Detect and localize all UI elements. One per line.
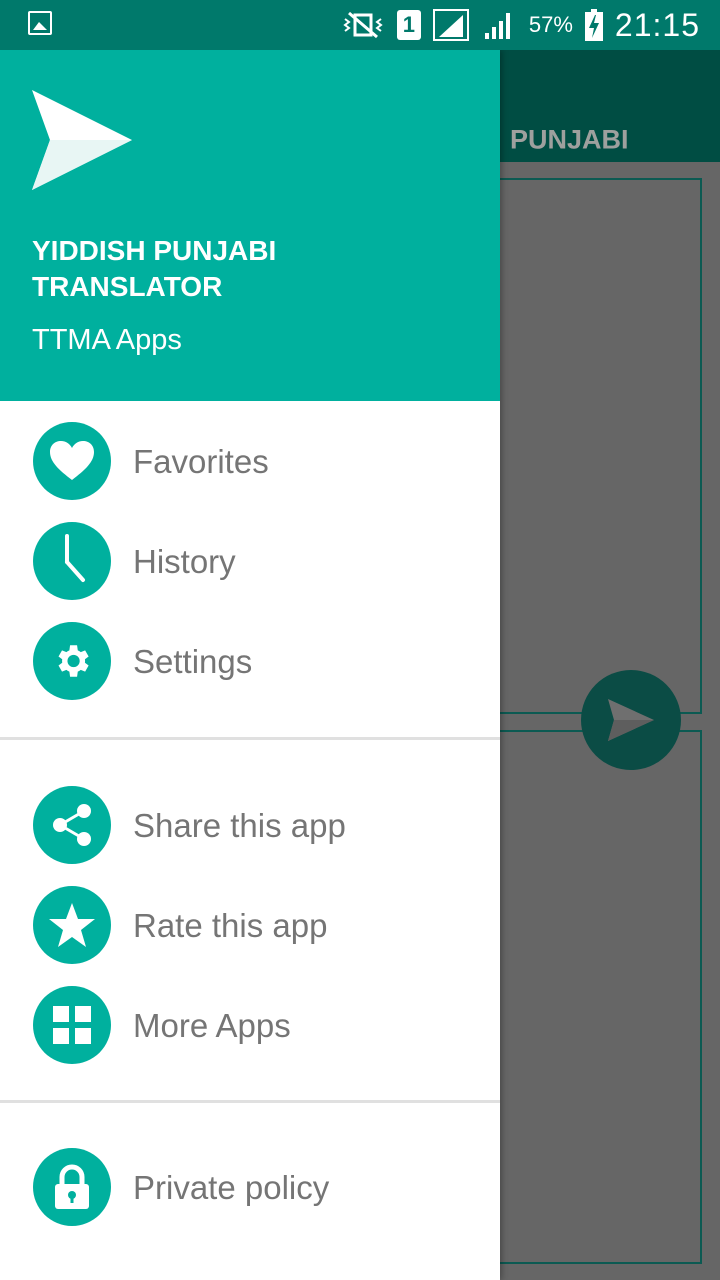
sim-icon: 1 [396, 10, 421, 40]
heart-icon [50, 441, 94, 480]
menu-item-favorites[interactable]: Favorites [0, 414, 500, 510]
menu-item-history[interactable]: History [0, 514, 500, 610]
menu-item-privacy-policy[interactable]: Private policy [0, 1140, 500, 1236]
vibrate-mute-icon [343, 11, 383, 39]
lock-icon [55, 1164, 89, 1209]
gear-icon [58, 645, 89, 677]
menu-divider [0, 1100, 500, 1103]
share-icon [53, 804, 91, 846]
menu-item-label: Private policy [133, 1169, 330, 1206]
menu-item-label: More Apps [133, 1007, 291, 1044]
battery-charging-icon [584, 9, 603, 41]
app-title: YIDDISH PUNJABI TRANSLATOR [32, 235, 277, 302]
translate-button[interactable] [581, 670, 681, 770]
result-text-panel[interactable] [480, 730, 702, 1264]
menu-item-label: History [133, 543, 236, 580]
star-icon [49, 903, 95, 947]
menu-item-label: Favorites [133, 443, 269, 480]
menu-divider [0, 737, 500, 740]
clock-time: 21:15 [614, 6, 700, 43]
menu-item-label: Rate this app [133, 907, 328, 944]
signal-sim2-icon [484, 13, 510, 39]
grid-icon [53, 1006, 91, 1044]
battery-percent: 57% [528, 12, 573, 37]
clock-icon [65, 534, 85, 582]
drawer-header: YIDDISH PUNJABI TRANSLATOR TTMA Apps [0, 50, 500, 401]
menu-item-label: Share this app [133, 807, 346, 844]
signal-sim1-icon [432, 9, 469, 41]
menu-item-rate[interactable]: Rate this app [0, 878, 500, 974]
menu-item-share[interactable]: Share this app [0, 778, 500, 874]
send-icon [608, 699, 654, 741]
navigation-drawer: YIDDISH PUNJABI TRANSLATOR TTMA Apps Fav… [0, 50, 500, 1280]
status-bar: 1 57% 21:15 [0, 0, 720, 50]
developer-name: TTMA Apps [32, 324, 182, 356]
target-language-label[interactable]: PUNJABI [510, 125, 629, 156]
app-logo-icon [32, 90, 132, 190]
source-text-panel[interactable] [480, 178, 702, 714]
status-icons: 1 57% 21:15 [341, 0, 700, 50]
menu-item-settings[interactable]: Settings [0, 614, 500, 710]
gallery-notification-icon [28, 11, 52, 35]
menu-item-more-apps[interactable]: More Apps [0, 978, 500, 1074]
menu-item-label: Settings [133, 643, 253, 680]
